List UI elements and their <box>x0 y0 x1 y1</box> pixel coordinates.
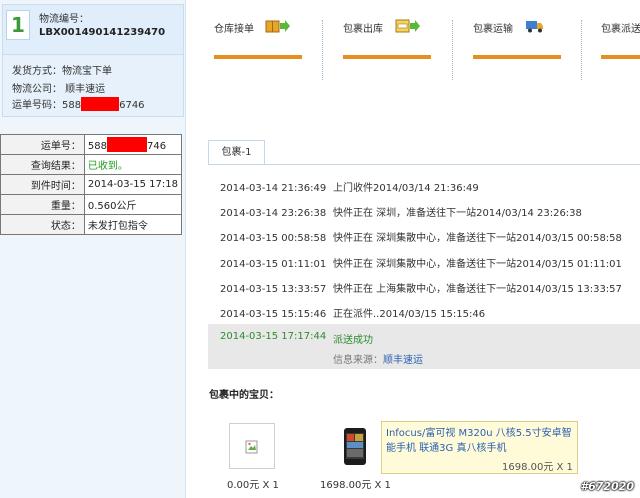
list-item: 2014-03-14 21:36:49 上门收件2014/03/14 21:36:… <box>220 179 479 194</box>
item-price: 1698.00元 X 1 <box>320 480 391 491</box>
logistics-number-value: LBX001490141239470 <box>39 27 166 38</box>
log-time: 2014-03-15 01:11:01 <box>220 259 327 270</box>
package-out-icon <box>395 18 420 34</box>
table-row: 运单号： 588 746 <box>0 134 183 155</box>
log-time: 2014-03-14 23:26:38 <box>220 208 327 219</box>
waybill-suffix: 746 <box>146 141 167 152</box>
log-time: 2014-03-14 21:36:49 <box>220 183 327 194</box>
latest-status-time: 2014-03-15 17:17:44 <box>220 331 327 342</box>
list-item: 2014-03-15 01:11:01 快件正在 深圳集散中心，准备送往下一站20… <box>220 255 622 270</box>
latest-status-text: 派送成功 <box>333 335 373 346</box>
tracking-number-prefix: 588 <box>62 100 82 111</box>
log-text: 快件正在 上海集散中心，准备送往下一站2014/03/15 13:33:57 <box>333 284 622 295</box>
table-key: 到件时间： <box>0 174 85 195</box>
redaction-block <box>81 97 120 111</box>
log-text: 快件正在 深圳，准备送往下一站2014/03/14 23:26:38 <box>333 208 582 219</box>
list-item: 2014-03-15 13:33:57 快件正在 上海集散中心，准备送往下一站20… <box>220 280 622 295</box>
info-source: 信息来源：顺丰速运 <box>333 351 423 366</box>
redaction-block <box>106 137 147 152</box>
tab-underline <box>208 164 640 165</box>
table-row: 状态： 未发打包指令 <box>0 214 183 235</box>
table-value: 未发打包指令 <box>83 214 183 235</box>
tracking-number-label: 运单号码： <box>12 100 62 111</box>
product-name-link[interactable]: Infocus/富可视 M320u 八核5.5寸安卓智能手机 联通3G 真八核手… <box>386 426 572 456</box>
info-source-link[interactable]: 顺丰速运 <box>383 355 423 366</box>
package-number-badge: 1 <box>6 10 30 40</box>
warehouse-icon <box>265 18 290 34</box>
table-row: 到件时间： 2014-03-15 17:18 <box>0 174 183 195</box>
log-text: 快件正在 深圳集散中心，准备送往下一站2014/03/15 00:58:58 <box>333 233 622 244</box>
waybill-prefix: 588 <box>87 141 107 152</box>
log-time: 2014-03-15 13:33:57 <box>220 284 327 295</box>
step-divider <box>581 20 582 80</box>
item-thumbnail[interactable] <box>332 423 378 469</box>
step-transport-bar <box>473 55 561 59</box>
item-price: 0.00元 X 1 <box>227 480 279 491</box>
tracking-info-table: 运单号： 588 746 查询结果： 已收到。 到件时间： 2014-03-15 … <box>0 134 183 235</box>
shipping-method: 发货方式：物流宝下单 <box>12 66 112 77</box>
list-item: 2014-03-15 15:15:46 正在派件..2014/03/15 15:1… <box>220 305 485 320</box>
step-transport-label: 包裹运输 <box>473 24 513 35</box>
table-key: 状态： <box>0 214 85 235</box>
info-source-label: 信息来源： <box>333 355 383 366</box>
step-delivery-label: 包裹派送 <box>601 24 640 35</box>
log-time: 2014-03-15 00:58:58 <box>220 233 327 244</box>
tab-package-1[interactable]: 包裹-1 <box>208 140 265 165</box>
table-value: 588 746 <box>83 134 183 155</box>
log-text: 正在派件..2014/03/15 15:15:46 <box>333 309 486 320</box>
table-value: 2014-03-15 17:18 <box>83 174 183 195</box>
step-delivery-bar <box>601 55 640 59</box>
table-row: 查询结果： 已收到。 <box>0 154 183 175</box>
table-key: 重量： <box>0 194 85 215</box>
broken-image-icon <box>245 440 259 454</box>
query-result-value: 已收到。 <box>83 154 183 175</box>
table-key: 查询结果： <box>0 154 85 175</box>
log-text: 快件正在 深圳集散中心，准备送往下一站2014/03/15 01:11:01 <box>333 259 622 270</box>
tracking-number-suffix: 6746 <box>119 100 145 111</box>
step-divider <box>322 20 323 80</box>
table-key: 运单号： <box>0 134 85 155</box>
product-tooltip-price: 1698.00元 X 1 <box>502 462 573 473</box>
table-row: 重量： 0.560公斤 <box>0 194 183 215</box>
left-panel: 1 物流编号： LBX001490141239470 发货方式：物流宝下单 物流… <box>0 0 186 498</box>
truck-icon <box>525 18 549 34</box>
list-item: 2014-03-15 00:58:58 快件正在 深圳集散中心，准备送往下一站20… <box>220 229 622 244</box>
step-outbound-bar <box>343 55 431 59</box>
logistics-company: 物流公司： 顺丰速运 <box>12 84 106 95</box>
log-text: 上门收件2014/03/14 21:36:49 <box>333 183 479 194</box>
tracking-number-line: 运单号码：588 6746 <box>12 96 145 111</box>
list-item: 2014-03-14 23:26:38 快件正在 深圳，准备送往下一站2014/0… <box>220 204 582 219</box>
table-value: 0.560公斤 <box>83 194 183 215</box>
phone-icon <box>344 428 366 465</box>
step-warehouse-bar <box>214 55 302 59</box>
watermark: #672020 <box>580 480 634 493</box>
step-outbound-label: 包裹出库 <box>343 24 383 35</box>
log-time: 2014-03-15 15:15:46 <box>220 309 327 320</box>
items-section-title: 包裹中的宝贝： <box>209 390 279 401</box>
step-warehouse-label: 仓库接单 <box>214 24 254 35</box>
logistics-number-label: 物流编号： <box>39 14 89 25</box>
step-divider <box>452 20 453 80</box>
